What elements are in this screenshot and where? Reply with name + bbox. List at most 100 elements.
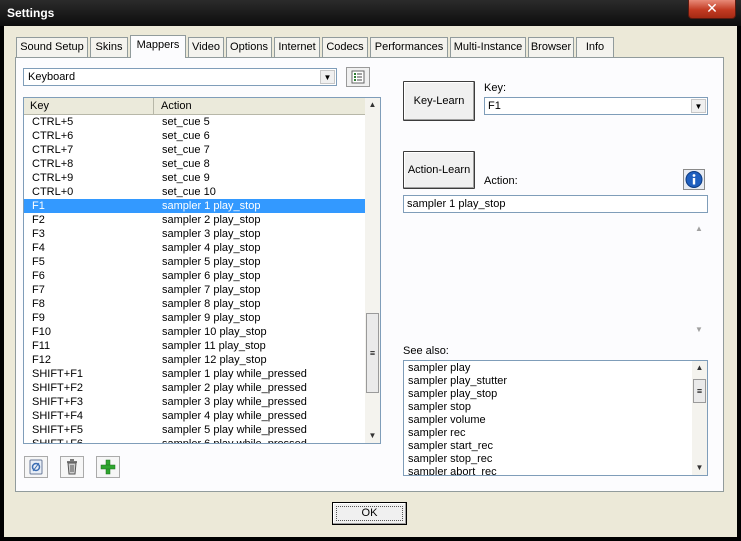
row-key: F1 <box>32 200 45 212</box>
row-action: set_cue 6 <box>162 130 210 142</box>
see-also-scrollbar[interactable]: ▲ ≡ ▼ <box>692 361 707 475</box>
table-row[interactable]: SHIFT+F4 sampler 4 play while_pressed <box>24 409 365 423</box>
table-row[interactable]: SHIFT+F5 sampler 5 play while_pressed <box>24 423 365 437</box>
key-select-value: F1 <box>488 100 501 112</box>
tab-performances[interactable]: Performances <box>370 37 448 57</box>
key-select[interactable]: F1 ▼ <box>484 97 708 115</box>
chevron-down-icon[interactable]: ▼ <box>691 99 706 113</box>
row-key: F9 <box>32 312 45 324</box>
close-button[interactable]: ✕ <box>688 0 736 19</box>
list-item[interactable]: sampler volume <box>404 414 692 427</box>
table-row[interactable]: CTRL+8 set_cue 8 <box>24 157 365 171</box>
row-key: SHIFT+F5 <box>32 424 84 436</box>
action-learn-button[interactable]: Action-Learn <box>403 151 475 189</box>
action-field[interactable]: sampler 1 play_stop <box>403 195 708 213</box>
table-row[interactable]: F10 sampler 10 play_stop <box>24 325 365 339</box>
table-row[interactable]: SHIFT+F1 sampler 1 play while_pressed <box>24 367 365 381</box>
tab-mappers[interactable]: Mappers <box>130 35 186 58</box>
tab-sound-setup[interactable]: Sound Setup <box>16 37 88 57</box>
table-row[interactable]: F1 sampler 1 play_stop <box>24 199 365 213</box>
row-key: F7 <box>32 284 45 296</box>
list-item[interactable]: sampler start_rec <box>404 440 692 453</box>
table-row[interactable]: F2 sampler 2 play_stop <box>24 213 365 227</box>
table-row[interactable]: SHIFT+F6 sampler 6 play while_pressed <box>24 437 365 443</box>
tab-video[interactable]: Video <box>188 37 224 57</box>
row-key: F2 <box>32 214 45 226</box>
scroll-up-icon[interactable]: ▲ <box>692 361 707 375</box>
add-button[interactable] <box>96 456 120 478</box>
table-row[interactable]: F5 sampler 5 play_stop <box>24 255 365 269</box>
window-title: Settings <box>7 6 55 20</box>
table-row[interactable]: F7 sampler 7 play_stop <box>24 283 365 297</box>
list-item[interactable]: sampler stop_rec <box>404 453 692 466</box>
row-key: CTRL+0 <box>32 186 74 198</box>
table-row[interactable]: F4 sampler 4 play_stop <box>24 241 365 255</box>
mapping-list-header: Key Action <box>24 98 365 115</box>
tab-internet[interactable]: Internet <box>274 37 320 57</box>
key-learn-button[interactable]: Key-Learn <box>403 81 475 121</box>
row-action: sampler 2 play_stop <box>162 214 261 226</box>
tab-options[interactable]: Options <box>226 37 272 57</box>
properties-button[interactable] <box>24 456 48 478</box>
scroll-thumb[interactable]: ≡ <box>366 313 379 393</box>
table-row[interactable]: CTRL+7 set_cue 7 <box>24 143 365 157</box>
chevron-down-icon[interactable]: ▼ <box>320 70 335 84</box>
table-row[interactable]: F8 sampler 8 play_stop <box>24 297 365 311</box>
list-item[interactable]: sampler rec <box>404 427 692 440</box>
table-row[interactable]: CTRL+0 set_cue 10 <box>24 185 365 199</box>
row-action: set_cue 7 <box>162 144 210 156</box>
list-item[interactable]: sampler stop <box>404 401 692 414</box>
properties-icon <box>29 459 43 475</box>
delete-button[interactable] <box>60 456 84 478</box>
table-row[interactable]: SHIFT+F3 sampler 3 play while_pressed <box>24 395 365 409</box>
row-key: CTRL+7 <box>32 144 74 156</box>
settings-window: Settings ✕ Sound Setup Skins Mappers Vid… <box>0 0 741 541</box>
scroll-down-icon[interactable]: ▼ <box>692 461 707 475</box>
table-row[interactable]: F11 sampler 11 play_stop <box>24 339 365 353</box>
see-also-list[interactable]: sampler play sampler play_stutter sampler … <box>403 360 708 476</box>
table-row[interactable]: CTRL+9 set_cue 9 <box>24 171 365 185</box>
table-row[interactable]: F6 sampler 6 play_stop <box>24 269 365 283</box>
table-row[interactable]: CTRL+5 set_cue 5 <box>24 115 365 129</box>
row-action: sampler 3 play while_pressed <box>162 396 307 408</box>
scroll-down-icon[interactable]: ▼ <box>365 429 380 443</box>
tab-multi-instance[interactable]: Multi-Instance <box>450 37 526 57</box>
ok-button[interactable]: OK <box>332 502 407 525</box>
mapping-list-scrollbar[interactable]: ▲ ≡ ▼ <box>365 98 380 443</box>
table-row[interactable]: F9 sampler 9 play_stop <box>24 311 365 325</box>
row-action: sampler 12 play_stop <box>162 354 267 366</box>
mapper-options-button[interactable] <box>346 67 370 87</box>
close-icon: ✕ <box>706 0 718 16</box>
row-key: CTRL+5 <box>32 116 74 128</box>
row-action: sampler 4 play while_pressed <box>162 410 307 422</box>
column-header-key[interactable]: Key <box>24 98 154 114</box>
list-item[interactable]: sampler play_stutter <box>404 375 692 388</box>
scroll-thumb[interactable]: ≡ <box>693 379 706 403</box>
row-action: sampler 1 play_stop <box>162 200 261 212</box>
list-item[interactable]: sampler play_stop <box>404 388 692 401</box>
params-scroll-down-icon[interactable]: ▼ <box>695 325 703 334</box>
row-action: set_cue 10 <box>162 186 216 198</box>
tab-skins[interactable]: Skins <box>90 37 128 57</box>
row-action: sampler 6 play_stop <box>162 270 261 282</box>
table-row[interactable]: SHIFT+F2 sampler 2 play while_pressed <box>24 381 365 395</box>
title-bar[interactable]: Settings ✕ <box>0 0 741 26</box>
column-header-action[interactable]: Action <box>155 98 192 114</box>
row-key: F12 <box>32 354 51 366</box>
mapping-list[interactable]: Key Action CTRL+5 set_cue 5 CTRL+6 set_cue … <box>23 97 381 444</box>
info-button[interactable] <box>683 169 705 190</box>
tab-info[interactable]: Info <box>576 37 614 57</box>
row-key: F8 <box>32 298 45 310</box>
scroll-up-icon[interactable]: ▲ <box>365 98 380 112</box>
table-row[interactable]: F3 sampler 3 play_stop <box>24 227 365 241</box>
table-row[interactable]: CTRL+6 set_cue 6 <box>24 129 365 143</box>
list-item[interactable]: sampler play <box>404 362 692 375</box>
row-key: SHIFT+F3 <box>32 396 84 408</box>
see-also-items: sampler play sampler play_stutter sampler … <box>404 362 692 475</box>
list-item[interactable]: sampler abort_rec <box>404 466 692 475</box>
tab-codecs[interactable]: Codecs <box>322 37 368 57</box>
tab-browser[interactable]: Browser <box>528 37 574 57</box>
mapper-select[interactable]: Keyboard ▼ <box>23 68 337 86</box>
params-scroll-up-icon[interactable]: ▲ <box>695 224 703 233</box>
table-row[interactable]: F12 sampler 12 play_stop <box>24 353 365 367</box>
